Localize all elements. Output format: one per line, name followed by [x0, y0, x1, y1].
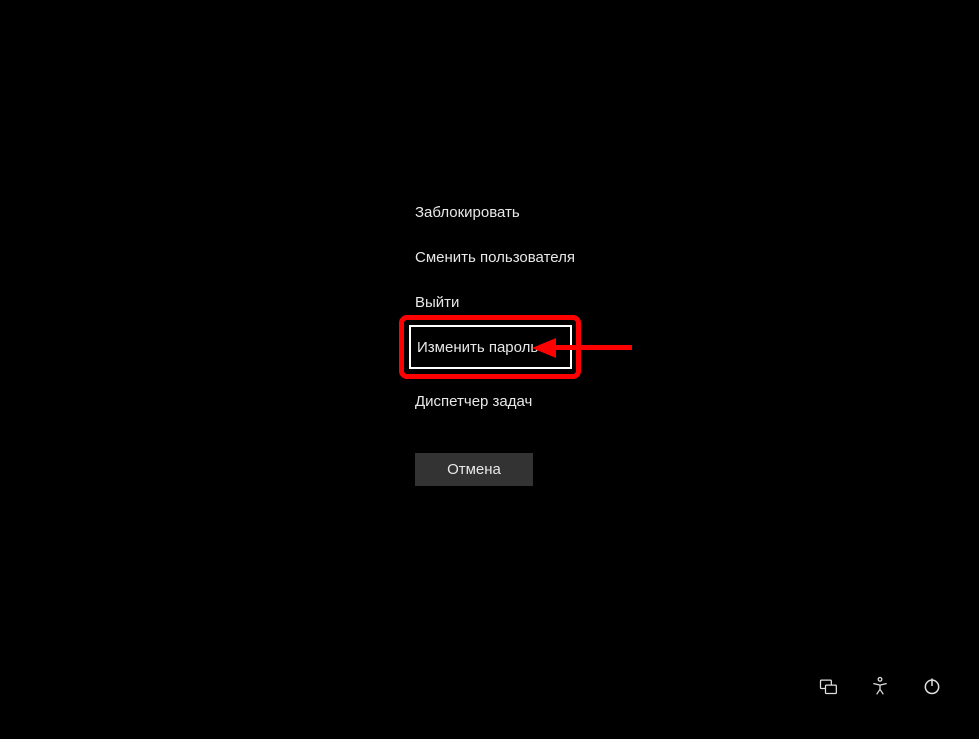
network-icon[interactable]: [817, 675, 839, 697]
bottom-toolbar: [817, 675, 943, 697]
power-icon[interactable]: [921, 675, 943, 697]
security-options-menu: Заблокировать Сменить пользователя Выйти: [415, 204, 575, 320]
change-password-label: Изменить пароль: [417, 339, 538, 356]
accessibility-icon[interactable]: [869, 675, 891, 697]
switch-user-option[interactable]: Сменить пользователя: [415, 249, 575, 266]
cancel-button[interactable]: Отмена: [415, 453, 533, 486]
lock-option[interactable]: Заблокировать: [415, 204, 575, 221]
change-password-option[interactable]: Изменить пароль: [409, 325, 572, 369]
sign-out-option[interactable]: Выйти: [415, 294, 575, 311]
task-manager-option[interactable]: Диспетчер задач: [415, 393, 532, 410]
